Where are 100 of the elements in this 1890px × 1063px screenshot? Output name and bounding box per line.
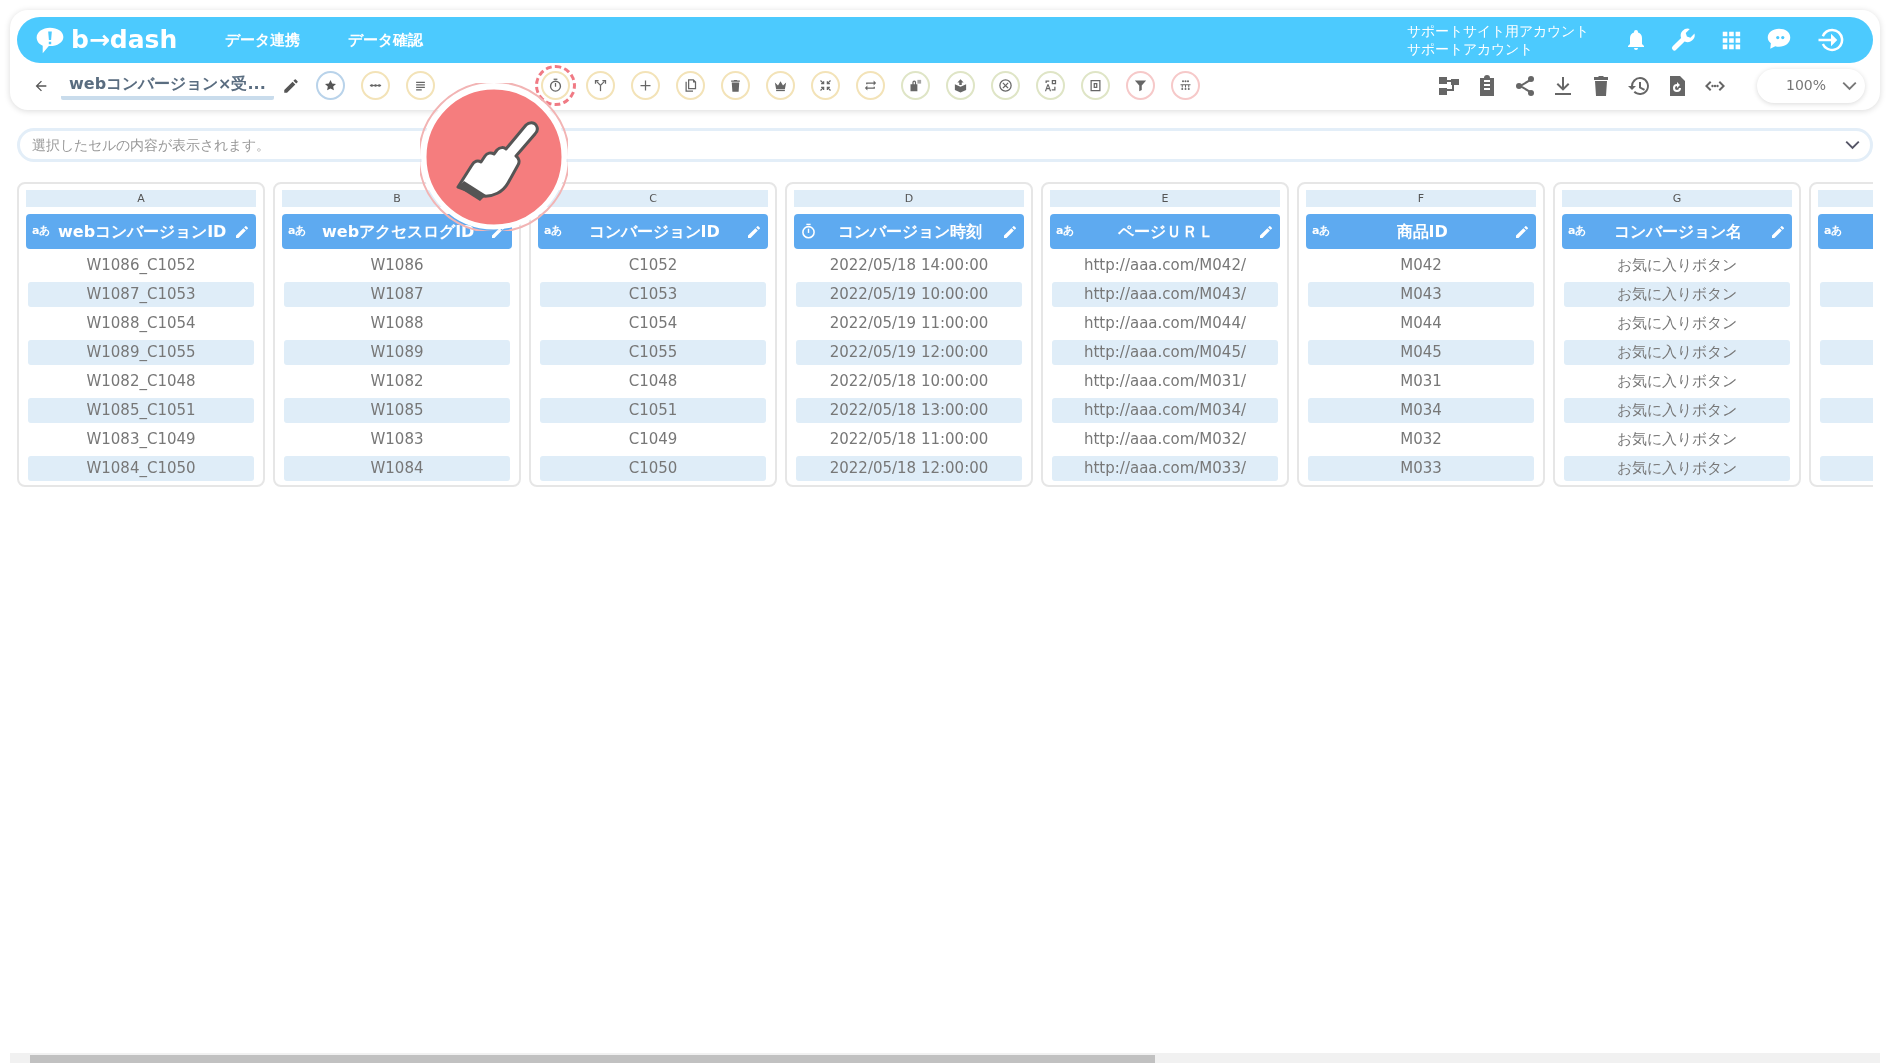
table-cell[interactable]: M034 <box>1308 398 1534 423</box>
column-name: コンバージョン名 <box>1613 220 1744 243</box>
table-cell[interactable]: M032 <box>1308 427 1534 452</box>
table-cell[interactable]: W1084 <box>284 456 510 481</box>
pencil-icon[interactable] <box>281 76 300 95</box>
table-cell[interactable]: W1085_C1051 <box>28 398 254 423</box>
column-header[interactable]: aあ ページＵＲＬ <box>1050 214 1280 249</box>
chevron-down-icon[interactable] <box>1845 140 1860 150</box>
sheet-title[interactable]: webコンバージョン×受... <box>61 71 274 100</box>
tool-button[interactable] <box>1125 71 1155 100</box>
table-cell[interactable]: W1087_C1053 <box>28 282 254 307</box>
table-cell[interactable]: W1083_C1049 <box>28 427 254 452</box>
column-letter[interactable]: D <box>794 190 1024 207</box>
timer-icon <box>800 223 817 240</box>
table-cell[interactable]: 2022/05/18 12:00:00 <box>796 456 1022 481</box>
logo-text: b→dash <box>71 24 178 57</box>
column-letter[interactable]: A <box>26 190 256 207</box>
column-header[interactable]: aあ コンバージョンID <box>538 214 768 249</box>
table-cell[interactable]: お気に入りボタン <box>1564 456 1790 481</box>
share-button[interactable] <box>1513 73 1537 98</box>
table-cell[interactable]: C1050 <box>540 456 766 481</box>
table-cell[interactable]: http://aaa.com/M033/ <box>1052 456 1278 481</box>
table-cell[interactable]: W1082 <box>284 369 510 394</box>
cell-content-bar[interactable]: 選択したセルの内容が表示されます。 <box>17 128 1873 162</box>
column-header[interactable]: aあ コンバージョン名 <box>1562 214 1792 249</box>
account-site: サポートサイト用アカウント <box>1407 22 1589 40</box>
text-type-label: aあ <box>288 223 307 240</box>
tool-button[interactable] <box>990 71 1020 100</box>
table-cell[interactable]: W1086_C1052 <box>28 253 254 278</box>
table-cell[interactable]: C1052 <box>540 253 766 278</box>
column-name: 商品ID <box>1395 220 1449 243</box>
table-cell[interactable]: http://aaa.com/M043/ <box>1052 282 1278 307</box>
table-cell[interactable]: W1083 <box>284 427 510 452</box>
table-cell[interactable]: お気に入りボタン <box>1564 340 1790 365</box>
tool-button[interactable] <box>900 71 930 100</box>
column-name: コンバージョン時刻 <box>836 220 983 243</box>
table-cell[interactable]: W1084_C1050 <box>28 456 254 481</box>
column-header[interactable]: aあ <box>1818 214 1873 249</box>
tool-button[interactable] <box>585 71 615 100</box>
table-cell[interactable]: 2022/05/18 10:00:00 <box>796 369 1022 394</box>
table-cell[interactable]: C1049 <box>540 427 766 452</box>
table-cell[interactable]: 2022/05/18 14:00:00 <box>796 253 1022 278</box>
cell-content-field[interactable]: 選択したセルの内容が表示されます。 <box>30 133 1845 157</box>
tool-button[interactable] <box>1035 71 1065 100</box>
table-cell[interactable]: お気に入りボタン <box>1564 253 1790 278</box>
fork-icon <box>592 78 608 93</box>
tool-button[interactable] <box>855 71 885 100</box>
table-cell[interactable]: M045 <box>1308 340 1534 365</box>
table-cell[interactable]: http://aaa.com/M044/ <box>1052 311 1278 336</box>
table-cell[interactable]: W1082_C1048 <box>28 369 254 394</box>
table-cell[interactable]: W1087 <box>284 282 510 307</box>
zoom-select[interactable]: 100% <box>1757 68 1865 103</box>
column-letter[interactable]: G <box>1562 190 1792 207</box>
table-cell[interactable]: 2022/05/19 12:00:00 <box>796 340 1022 365</box>
column-header[interactable]: aあ 商品ID <box>1306 214 1536 249</box>
table-cell[interactable]: C1055 <box>540 340 766 365</box>
table-cell[interactable]: 2022/05/19 10:00:00 <box>796 282 1022 307</box>
table-cell[interactable]: M044 <box>1308 311 1534 336</box>
table-cell[interactable]: W1089_C1055 <box>28 340 254 365</box>
table-cell[interactable]: お気に入りボタン <box>1564 427 1790 452</box>
table-cell[interactable]: M033 <box>1308 456 1534 481</box>
tool-button[interactable] <box>720 71 750 100</box>
tool-button[interactable] <box>1080 71 1110 100</box>
table-cell[interactable]: http://aaa.com/M042/ <box>1052 253 1278 278</box>
tool-button[interactable] <box>945 71 975 100</box>
tool-button[interactable] <box>1170 71 1200 100</box>
table-cell[interactable]: W1088_C1054 <box>28 311 254 336</box>
table-cell[interactable]: W1089 <box>284 340 510 365</box>
table-cell[interactable]: M031 <box>1308 369 1534 394</box>
table-cell[interactable]: http://aaa.com/M045/ <box>1052 340 1278 365</box>
table-cell[interactable]: W1088 <box>284 311 510 336</box>
column-letter[interactable]: F <box>1306 190 1536 207</box>
table-cell[interactable]: 2022/05/19 11:00:00 <box>796 311 1022 336</box>
tool-button[interactable] <box>810 71 840 100</box>
table-cell[interactable]: C1051 <box>540 398 766 423</box>
table-cell[interactable]: 2022/05/18 11:00:00 <box>796 427 1022 452</box>
table-cell[interactable]: C1054 <box>540 311 766 336</box>
tool-button[interactable] <box>405 71 435 100</box>
table-cell[interactable]: お気に入りボタン <box>1564 369 1790 394</box>
table-cell[interactable]: お気に入りボタン <box>1564 311 1790 336</box>
table-cell[interactable]: http://aaa.com/M034/ <box>1052 398 1278 423</box>
table-cell[interactable]: http://aaa.com/M032/ <box>1052 427 1278 452</box>
table-cell[interactable]: W1085 <box>284 398 510 423</box>
table-cell[interactable]: お気に入りボタン <box>1564 398 1790 423</box>
crown-icon <box>772 78 788 93</box>
tool-button[interactable] <box>315 71 345 100</box>
table-cell[interactable]: M043 <box>1308 282 1534 307</box>
table-cell[interactable]: M042 <box>1308 253 1534 278</box>
table-cell[interactable]: C1053 <box>540 282 766 307</box>
table-cell[interactable]: http://aaa.com/M031/ <box>1052 369 1278 394</box>
table-cell[interactable]: C1048 <box>540 369 766 394</box>
text-type-label: aあ <box>1824 223 1843 240</box>
tool-button[interactable] <box>765 71 795 100</box>
column-letter[interactable]: E <box>1050 190 1280 207</box>
column-header[interactable]: aあ webコンバージョンID <box>26 214 256 249</box>
tool-button[interactable] <box>675 71 705 100</box>
table-cell[interactable]: お気に入りボタン <box>1564 282 1790 307</box>
column-header[interactable]: コンバージョン時刻 <box>794 214 1024 249</box>
table-cell[interactable]: W1086 <box>284 253 510 278</box>
table-cell[interactable]: 2022/05/18 13:00:00 <box>796 398 1022 423</box>
